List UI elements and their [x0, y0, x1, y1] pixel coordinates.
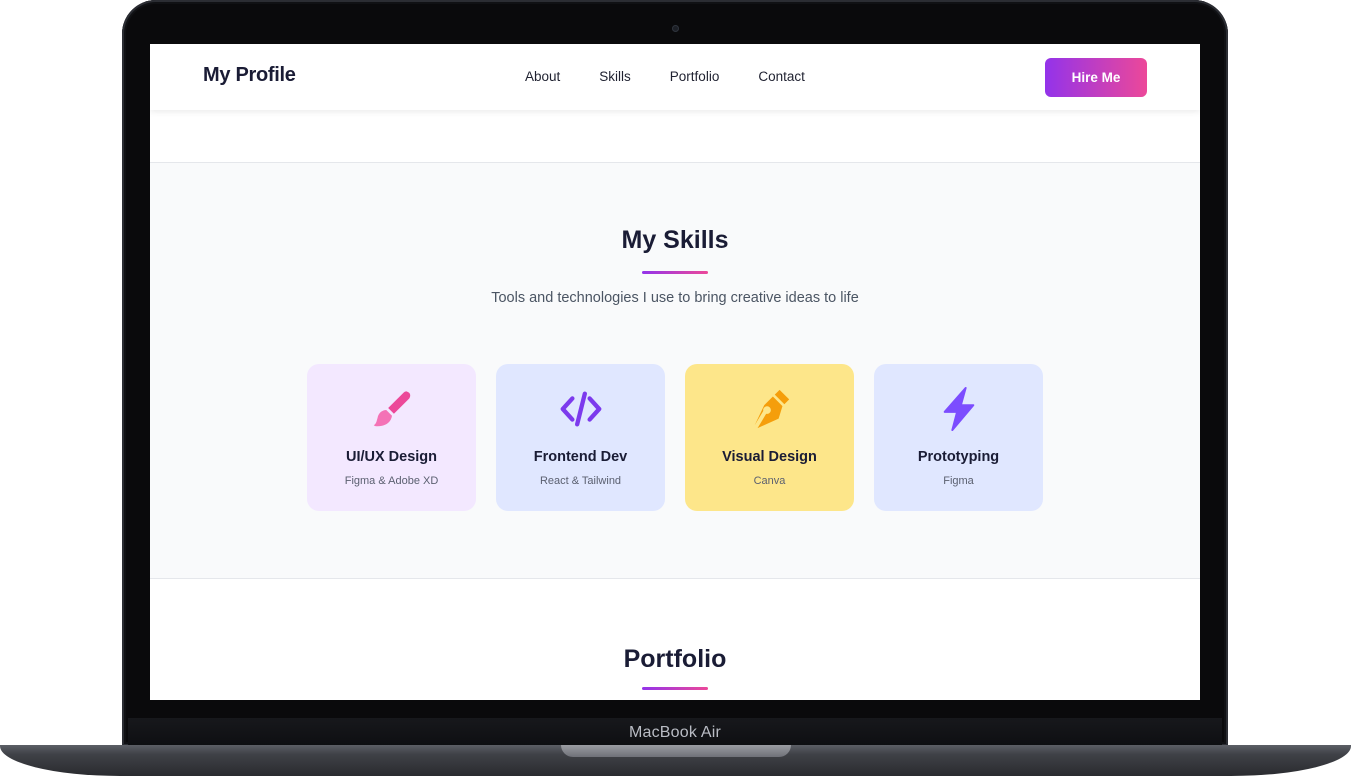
skill-card-tools: Figma & Adobe XD	[344, 475, 439, 487]
laptop-mockup: My Profile About Skills Portfolio Contac…	[0, 0, 1351, 776]
skills-subtitle: Tools and technologies I use to bring cr…	[491, 290, 859, 306]
nav-link-skills[interactable]: Skills	[599, 69, 631, 84]
skill-card-title: UI/UX Design	[345, 449, 438, 465]
skill-card[interactable]: Prototyping Figma	[874, 364, 1043, 511]
nav-link-portfolio[interactable]: Portfolio	[670, 69, 720, 84]
skills-title: My Skills	[621, 226, 729, 254]
device-label: MacBook Air	[628, 724, 721, 741]
skill-card-tools: Figma	[943, 475, 974, 487]
skill-card-tools: Canva	[753, 475, 786, 487]
skill-card[interactable]: UI/UX Design Figma & Adobe XD	[307, 364, 476, 511]
navbar: My Profile About Skills Portfolio Contac…	[150, 44, 1200, 110]
title-underline	[642, 271, 708, 274]
skill-card-title: Frontend Dev	[533, 449, 628, 465]
paintbrush-icon	[373, 391, 410, 427]
nav-link-about[interactable]: About	[525, 69, 560, 84]
laptop-chin: MacBook Air	[128, 718, 1222, 748]
section-divider	[150, 578, 1200, 579]
pen-nib-icon	[754, 389, 789, 429]
laptop-notch	[561, 745, 791, 757]
skill-card-tools: React & Tailwind	[539, 475, 622, 487]
skill-card-title: Prototyping	[917, 449, 1000, 465]
browser-viewport: My Profile About Skills Portfolio Contac…	[150, 44, 1200, 700]
hire-me-button[interactable]: Hire Me	[1045, 58, 1147, 97]
nav-links: About Skills Portfolio Contact	[525, 69, 844, 84]
code-icon	[560, 391, 601, 427]
skill-card-title: Visual Design	[722, 449, 817, 465]
skill-card[interactable]: Frontend Dev React & Tailwind	[496, 364, 665, 511]
skill-card[interactable]: Visual Design Canva	[685, 364, 854, 511]
camera-icon	[672, 25, 679, 32]
skill-cards: UI/UX Design Figma & Adobe XD Frontend D…	[307, 364, 1063, 511]
brand-logo[interactable]: My Profile	[203, 64, 296, 87]
title-underline	[642, 687, 708, 690]
nav-link-contact[interactable]: Contact	[758, 69, 805, 84]
skills-section: My Skills Tools and technologies I use t…	[150, 163, 1200, 578]
lightning-icon	[943, 386, 974, 432]
portfolio-title: Portfolio	[623, 645, 727, 673]
